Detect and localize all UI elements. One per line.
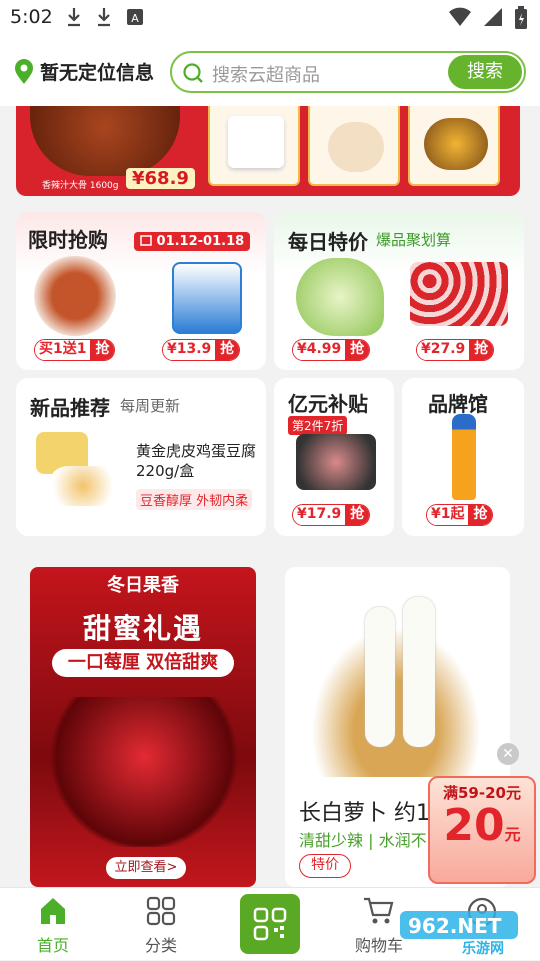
orange-soda-image bbox=[452, 414, 476, 500]
daily-special-subtitle: 爆品聚划算 bbox=[376, 231, 452, 249]
svg-text:乐游网: 乐游网 bbox=[462, 940, 504, 957]
radish-special-tag: 特价 bbox=[299, 854, 351, 878]
new-products-title: 新品推荐 bbox=[30, 396, 110, 420]
category-icon bbox=[146, 896, 176, 926]
status-bar: 5:02 A bbox=[0, 0, 540, 38]
search-icon bbox=[183, 63, 203, 83]
calendar-icon bbox=[140, 235, 152, 246]
daily-item-tag[interactable]: ¥4.99 抢 bbox=[292, 339, 371, 361]
promo-subtitle: 一口莓厘 双倍甜爽 bbox=[52, 649, 234, 677]
flash-sale-card[interactable]: 限时抢购 01.12-01.18 买1送1 抢 ¥13.9 抢 bbox=[16, 212, 266, 370]
coupon-float[interactable]: 满59-20元 20元 bbox=[428, 776, 536, 884]
cherry-bowl-image bbox=[44, 697, 244, 847]
flash-sale-dates: 01.12-01.18 bbox=[134, 232, 251, 251]
search-placeholder: 搜索云超商品 bbox=[212, 65, 320, 86]
promo-title: 甜蜜礼遇 bbox=[82, 612, 203, 645]
banner-product-card[interactable] bbox=[208, 106, 300, 186]
coupon-amount: 20元 bbox=[443, 800, 521, 851]
new-products-subtitle: 每周更新 bbox=[120, 397, 181, 415]
new-product-weight: 220g/盒 bbox=[136, 462, 195, 480]
new-products-card[interactable]: 新品推荐 每周更新 黄金虎皮鸡蛋豆腐 220g/盒 豆香醇厚 外韧内柔 bbox=[16, 378, 266, 536]
coupon-close-button[interactable]: ✕ bbox=[497, 743, 519, 765]
tab-category[interactable]: 分类 bbox=[116, 894, 206, 956]
flash-item-tag[interactable]: ¥13.9 抢 bbox=[162, 339, 241, 361]
brand-hall-card[interactable]: 品牌馆 ¥1起抢 bbox=[402, 378, 524, 536]
signal-icon bbox=[484, 8, 502, 26]
download-icon bbox=[68, 8, 80, 27]
watermark: 962.NET 乐游网 bbox=[400, 905, 540, 957]
promo-top-label: 冬日果香 bbox=[107, 575, 179, 596]
radish-description: 清甜少辣 | 水润不 bbox=[299, 831, 427, 850]
location-text: 暂无定位信息 bbox=[40, 62, 155, 84]
home-icon bbox=[41, 898, 65, 924]
strawberry-box-image bbox=[410, 262, 508, 326]
watermark-logo: 962.NET 乐游网 bbox=[400, 911, 518, 957]
meat-pack-image bbox=[296, 434, 376, 490]
download-icon bbox=[98, 8, 110, 27]
search-button[interactable]: 搜索 bbox=[448, 55, 522, 89]
tab-home[interactable]: 首页 bbox=[8, 894, 98, 956]
banner-price: ¥68.9 bbox=[126, 168, 195, 189]
location-selector[interactable]: 暂无定位信息 bbox=[12, 58, 154, 85]
search-input[interactable]: 搜索云超商品 搜索 bbox=[170, 51, 526, 93]
banner-product-card[interactable] bbox=[308, 106, 400, 186]
cart-icon bbox=[364, 897, 394, 924]
chicken-wings-image bbox=[34, 256, 116, 336]
subsidy-tag[interactable]: ¥17.9 抢 bbox=[292, 504, 371, 526]
tab-category-label: 分类 bbox=[144, 936, 177, 955]
subsidy-card[interactable]: 亿元补贴 第2件7折 ¥17.9 抢 bbox=[274, 378, 394, 536]
banner-small-text: 香辣汁大骨 1600g bbox=[42, 181, 119, 191]
brand-hall-title: 品牌馆 bbox=[428, 392, 488, 416]
wifi-icon bbox=[449, 7, 471, 26]
promo-view-button[interactable]: 立即查看> bbox=[106, 857, 186, 879]
banner-product-card[interactable] bbox=[408, 106, 500, 186]
food-pot-image bbox=[30, 106, 180, 176]
subsidy-title: 亿元补贴 bbox=[288, 392, 368, 416]
flash-sale-title: 限时抢购 bbox=[28, 228, 108, 252]
status-time: 5:02 bbox=[10, 6, 53, 28]
scan-button[interactable] bbox=[240, 894, 300, 954]
radish-image bbox=[311, 627, 481, 777]
daily-item-tag[interactable]: ¥27.9 抢 bbox=[416, 339, 495, 361]
cherry-promo-banner[interactable]: 冬日果香 甜蜜礼遇 一口莓厘 双倍甜爽 立即查看> bbox=[30, 567, 256, 887]
subsidy-badge: 第2件7折 bbox=[288, 416, 348, 435]
scan-code-icon bbox=[253, 907, 287, 941]
new-product-badge: 豆香醇厚 外韧内柔 bbox=[136, 489, 253, 510]
cabbage-image bbox=[296, 258, 384, 336]
battery-icon bbox=[515, 6, 527, 29]
daily-special-card[interactable]: 每日特价 爆品聚划算 ¥4.99 抢 ¥27.9 抢 bbox=[274, 212, 524, 370]
top-header: 暂无定位信息 搜索云超商品 搜索 bbox=[0, 38, 540, 106]
tissue-pack-image bbox=[172, 262, 242, 334]
svg-text:962.NET: 962.NET bbox=[408, 914, 502, 938]
tab-home-label: 首页 bbox=[36, 936, 69, 955]
brand-hall-tag[interactable]: ¥1起抢 bbox=[426, 504, 494, 526]
radish-name: 长白萝卜 约1 bbox=[299, 801, 430, 826]
app-notification-icon: A bbox=[127, 9, 143, 25]
flash-item-tag[interactable]: 买1送1 抢 bbox=[34, 339, 116, 361]
top-banner[interactable]: 香辣汁大骨 1600g ¥68.9 bbox=[16, 106, 520, 196]
tofu-dish-image bbox=[48, 466, 118, 506]
daily-special-title: 每日特价 bbox=[288, 230, 368, 254]
svg-text:A: A bbox=[131, 12, 139, 25]
location-pin-icon bbox=[15, 58, 33, 84]
new-product-name: 黄金虎皮鸡蛋豆腐 bbox=[136, 442, 257, 460]
